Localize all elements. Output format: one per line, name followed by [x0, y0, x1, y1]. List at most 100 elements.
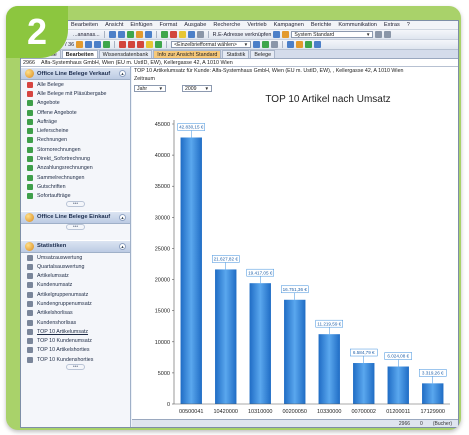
sidebar-item[interactable]: Sammelrechnungen — [21, 173, 130, 182]
filter-row: Jahr ▼ 2009 ▼ — [134, 85, 212, 92]
menu-item[interactable]: Ausgabe — [184, 22, 206, 28]
user-icon[interactable] — [282, 31, 290, 38]
sidebar-section-header[interactable]: Statistiken ▲ — [21, 239, 130, 253]
back-icon[interactable] — [85, 41, 93, 48]
settings-icon[interactable] — [375, 31, 383, 38]
address-link-label[interactable]: R.E-Adresse verknüpfen — [213, 32, 272, 38]
bar[interactable] — [353, 363, 375, 404]
y-axis: 0 5000 10000 15000 20000 25000 30000 35000 40000… — [155, 120, 175, 408]
sidebar-item[interactable]: Quartalsauswertung — [21, 262, 130, 271]
flag-icon[interactable] — [119, 41, 127, 48]
sidebar-item[interactable]: Gutschriften — [21, 182, 130, 191]
bar[interactable] — [249, 283, 271, 404]
tab-bearbeiten[interactable]: Bearbeiten — [61, 50, 98, 58]
menu-item[interactable]: Vertrieb — [247, 22, 266, 28]
chart-icon[interactable] — [314, 41, 322, 48]
sidebar-item[interactable]: TOP 10 Artikelshorties — [21, 346, 130, 355]
flag-icon[interactable] — [128, 41, 136, 48]
sidebar-section-header[interactable]: Office Line Belege Verkauf ▲ — [21, 67, 130, 80]
menu-item[interactable]: Berichte — [311, 22, 332, 28]
letter-icon[interactable] — [253, 41, 261, 48]
link-icon[interactable] — [273, 31, 281, 38]
menu-item[interactable]: Format — [160, 22, 178, 28]
flag-icon[interactable] — [137, 41, 145, 48]
sidebar-item[interactable]: Direkt_Sofortrechnung — [21, 154, 130, 163]
chevron-down-icon: ▼ — [158, 85, 163, 91]
sidebar-item[interactable]: Aufträge — [21, 117, 130, 126]
filter-icon[interactable] — [196, 31, 204, 38]
mail-icon[interactable] — [135, 31, 143, 38]
tab-info-zur-ansicht-standard[interactable]: Info zur Ansicht Standard — [153, 50, 222, 58]
chevron-down-icon: ▼ — [365, 31, 371, 37]
home-icon[interactable] — [76, 41, 84, 48]
sidebar-item[interactable]: Umsatzauswertung — [21, 253, 130, 262]
bar[interactable] — [422, 383, 444, 404]
bar[interactable] — [387, 366, 409, 404]
print-icon[interactable] — [144, 31, 152, 38]
new-icon[interactable] — [108, 31, 116, 38]
menu-item[interactable]: Kampagnen — [274, 22, 304, 28]
attach-icon[interactable] — [271, 41, 279, 48]
menu-item[interactable]: ? — [407, 22, 410, 28]
document-icon — [27, 146, 33, 153]
bar[interactable] — [318, 334, 340, 404]
period-select[interactable]: Jahr ▼ — [134, 85, 166, 92]
sidebar-item[interactable]: Artikelgruppenumsatz — [21, 290, 130, 299]
collapse-icon[interactable]: ▲ — [119, 242, 126, 250]
section-resize-handle[interactable]: ••• — [21, 364, 130, 371]
refresh-icon[interactable] — [103, 41, 111, 48]
sidebar-item[interactable]: Sofortaufträge — [21, 192, 130, 201]
collapse-icon[interactable]: ▲ — [119, 213, 126, 221]
delete-icon[interactable] — [169, 31, 177, 38]
star-icon[interactable] — [146, 41, 154, 48]
tab-statistik[interactable]: Statistik — [222, 50, 250, 58]
check-icon[interactable] — [155, 41, 163, 48]
open-icon[interactable] — [117, 31, 125, 38]
sidebar-item[interactable]: Anzahlungsrechnungen — [21, 164, 130, 173]
sidebar-item[interactable]: Rechnungen — [21, 136, 130, 145]
menu-item[interactable]: Ansicht — [105, 22, 123, 28]
export-icon[interactable] — [305, 41, 313, 48]
menu-item[interactable]: Einfügen — [130, 22, 152, 28]
sidebar-item[interactable]: TOP 10 Kundenumsatz — [21, 337, 130, 346]
note-icon[interactable] — [178, 31, 186, 38]
sidebar-item[interactable]: Offene Angebote — [21, 108, 130, 117]
sidebar-item[interactable]: Angebote — [21, 99, 130, 108]
menu-item[interactable]: Bearbeiten — [71, 22, 98, 28]
menu-item[interactable]: Kommunikation — [338, 22, 377, 28]
phone-icon[interactable] — [262, 41, 270, 48]
sidebar-item[interactable]: Lieferscheine — [21, 126, 130, 135]
task-icon[interactable] — [296, 41, 304, 48]
sidebar-item[interactable]: TOP 10 Artikelumsatz — [21, 327, 130, 336]
forward-icon[interactable] — [94, 41, 102, 48]
toolbar-separator — [103, 31, 105, 38]
sidebar-item[interactable]: Kundenshorlisas — [21, 318, 130, 327]
bar[interactable] — [215, 269, 237, 404]
tab-belege[interactable]: Belege — [250, 50, 276, 58]
sidebar-item[interactable]: Alle Belege mit Pläsübergabe — [21, 89, 130, 98]
sidebar-item[interactable]: Stornorechnungen — [21, 145, 130, 154]
sidebar-item[interactable]: Artikelshorlisas — [21, 309, 130, 318]
bar[interactable] — [180, 137, 202, 404]
save-icon[interactable] — [126, 31, 134, 38]
sidebar-item[interactable]: Kundenumsatz — [21, 281, 130, 290]
data-label: 11.219,59 € — [317, 321, 341, 326]
collapse-icon[interactable]: ▲ — [119, 70, 126, 77]
bar[interactable] — [284, 299, 306, 404]
sidebar-item[interactable]: Artikelumsatz — [21, 271, 130, 280]
menu-item[interactable]: Extras — [384, 22, 400, 28]
bars: 42.830,15 € 21.627,82 € 19.417,05 € 16.751,… — [177, 123, 447, 404]
sidebar-item[interactable]: Alle Belege — [21, 80, 130, 89]
sidebar-item[interactable]: TOP 10 Kundenshorties — [21, 355, 130, 364]
search-icon[interactable] — [187, 31, 195, 38]
contact-icon[interactable] — [160, 31, 168, 38]
menu-item[interactable]: Recherche — [213, 22, 240, 28]
year-select[interactable]: 2009 ▼ — [182, 85, 212, 92]
letter-format-combo[interactable]: <Einzelbriefformat wählen> ▼ — [171, 41, 252, 48]
calendar-icon[interactable] — [287, 41, 295, 48]
system-combo[interactable]: System Standard ▼ — [291, 31, 374, 38]
grid-icon[interactable] — [384, 31, 392, 38]
sidebar-item[interactable]: Kundengruppenumsatz — [21, 299, 130, 308]
sidebar-section-header[interactable]: Office Line Belege Einkauf ▲ — [21, 210, 130, 224]
tab-wissensdatenbank[interactable]: Wissensdatenbank — [98, 50, 153, 58]
